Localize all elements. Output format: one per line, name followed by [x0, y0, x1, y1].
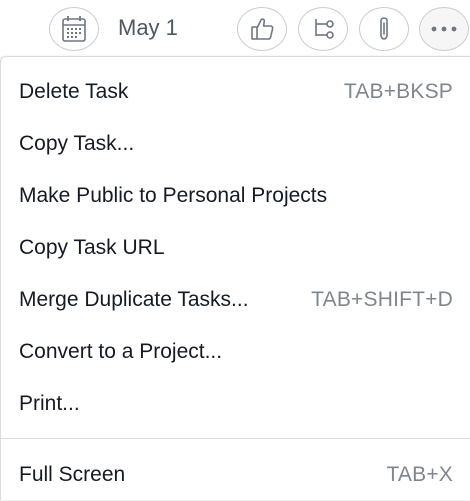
menu-item-label: Print...	[19, 392, 80, 415]
menu-item-delete-task[interactable]: Delete Task TAB+BKSP	[1, 66, 470, 118]
calendar-icon	[61, 15, 87, 43]
task-actions-menu: Delete Task TAB+BKSP Copy Task... Make P…	[0, 56, 470, 500]
menu-item-print[interactable]: Print...	[1, 378, 470, 430]
menu-item-label: Delete Task	[19, 80, 129, 103]
menu-item-convert-to-project[interactable]: Convert to a Project...	[1, 326, 470, 378]
menu-item-label: Convert to a Project...	[19, 340, 223, 363]
more-horizontal-icon	[429, 25, 459, 33]
subtask-branch-icon	[310, 16, 336, 42]
menu-item-shortcut: TAB+X	[386, 463, 453, 486]
menu-item-copy-task-url[interactable]: Copy Task URL	[1, 222, 470, 274]
menu-item-shortcut: TAB+SHIFT+D	[311, 288, 453, 311]
thumbs-up-icon	[249, 16, 275, 42]
menu-item-label: Copy Task URL	[19, 236, 165, 259]
more-actions-button[interactable]	[419, 7, 469, 51]
menu-item-label: Full Screen	[19, 463, 126, 486]
menu-item-merge-duplicates[interactable]: Merge Duplicate Tasks... TAB+SHIFT+D	[1, 274, 470, 326]
menu-item-label: Make Public to Personal Projects	[19, 184, 328, 207]
menu-item-label: Copy Task...	[19, 132, 135, 155]
subtasks-button[interactable]	[298, 7, 348, 51]
paperclip-icon	[374, 15, 394, 43]
due-date-label[interactable]: May 1	[118, 15, 178, 41]
menu-divider	[1, 438, 470, 439]
task-toolbar: May 1	[0, 0, 470, 56]
menu-item-make-public[interactable]: Make Public to Personal Projects	[1, 170, 470, 222]
attach-button[interactable]	[359, 7, 409, 51]
menu-item-full-screen[interactable]: Full Screen TAB+X	[1, 449, 470, 501]
due-date-button[interactable]	[49, 7, 99, 51]
menu-item-label: Merge Duplicate Tasks...	[19, 288, 249, 311]
menu-item-shortcut: TAB+BKSP	[343, 80, 453, 103]
like-button[interactable]	[237, 7, 287, 51]
menu-item-copy-task[interactable]: Copy Task...	[1, 118, 470, 170]
